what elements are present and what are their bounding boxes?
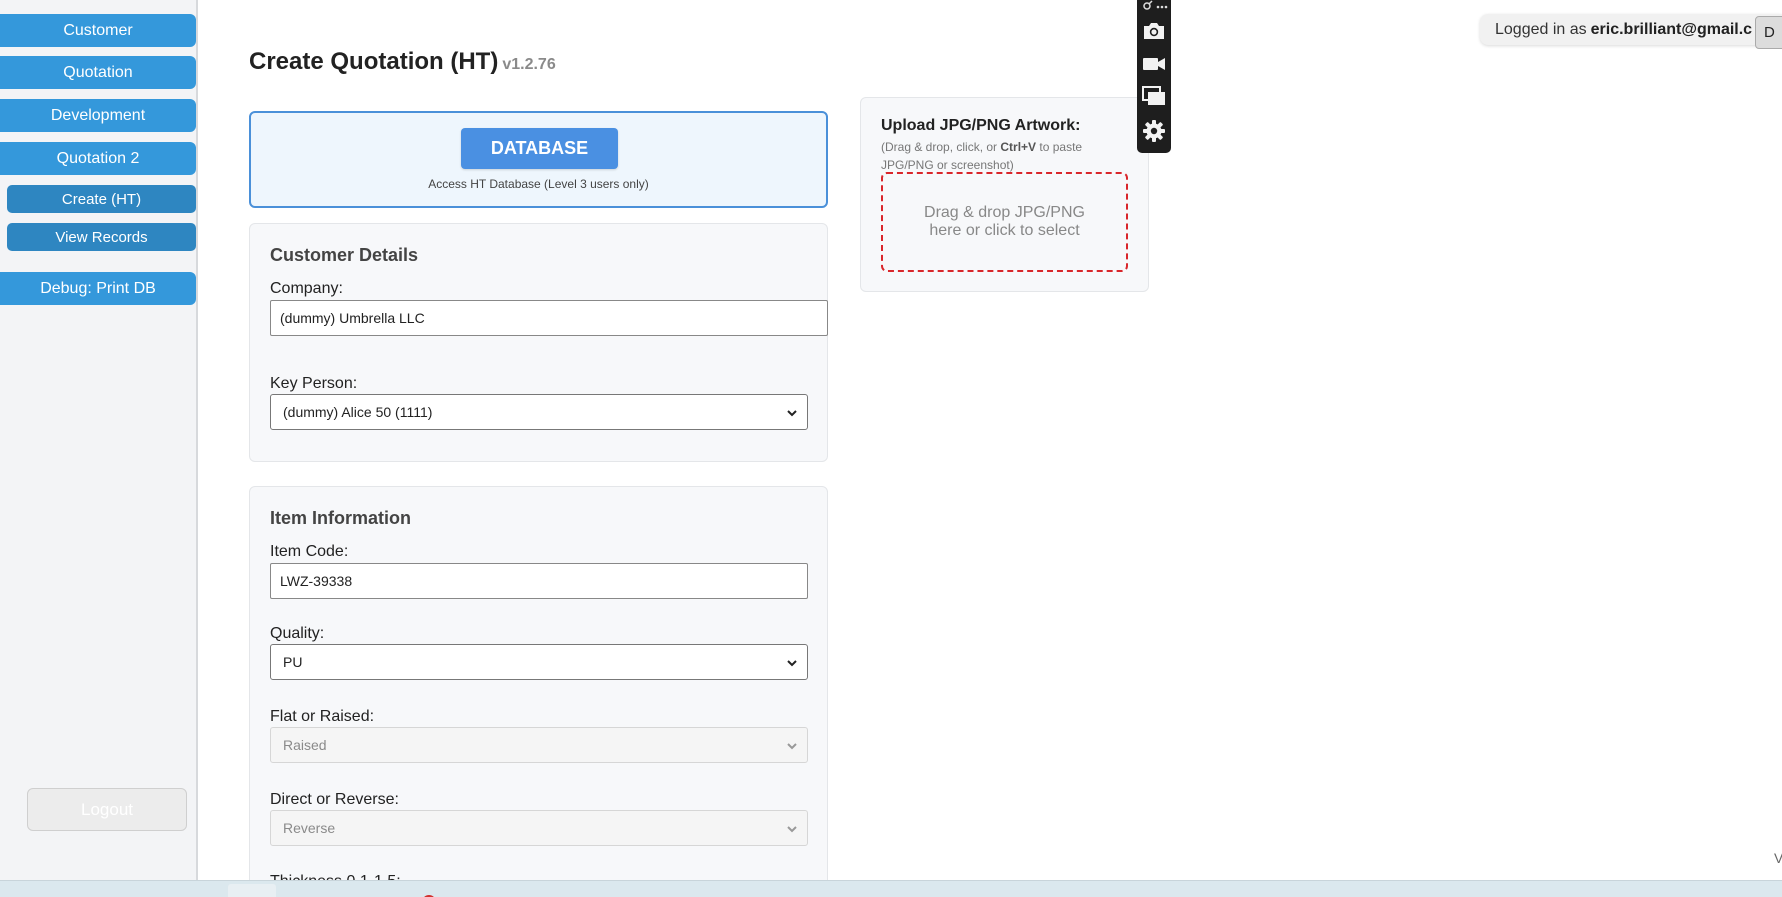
company-input[interactable]: (dummy) Umbrella LLC	[270, 300, 828, 336]
corner-button-label: D	[1764, 24, 1775, 41]
sidebar-item-label: Quotation	[63, 63, 133, 81]
sidebar-item-quotation-2[interactable]: Quotation 2	[0, 142, 196, 175]
key-person-select[interactable]: (dummy) Alice 50 (1111)	[270, 394, 808, 430]
version-label: v1.2.76	[502, 56, 556, 73]
quality-select[interactable]: PU	[270, 644, 808, 680]
direct-or-reverse-value: Reverse	[283, 820, 336, 836]
page-title: Create Quotation (HT) v1.2.76	[249, 48, 556, 76]
corner-button[interactable]: D	[1755, 16, 1782, 49]
login-email: eric.brilliant@gmail.c	[1590, 20, 1753, 38]
sidebar-item-quotation[interactable]: Quotation	[0, 56, 196, 89]
taskbar-item[interactable]	[228, 884, 276, 897]
flat-or-raised-value: Raised	[283, 737, 327, 753]
sidebar-item-label: Customer	[63, 21, 133, 39]
upload-panel: Upload JPG/PNG Artwork: (Drag & drop, cl…	[860, 97, 1149, 292]
flat-or-raised-label: Flat or Raised:	[270, 708, 375, 725]
database-button-label: DATABASE	[490, 138, 589, 158]
flat-or-raised-select: Raised	[270, 727, 808, 763]
customer-details-panel: Customer Details Company: (dummy) Umbrel…	[249, 223, 828, 462]
dropzone-text: Drag & drop JPG/PNG here or click to sel…	[924, 204, 1085, 239]
camera-icon[interactable]	[1142, 19, 1166, 43]
logout-label: Logout	[81, 799, 133, 819]
sidebar-subitem-view-records[interactable]: View Records	[7, 223, 196, 251]
sidebar-item-debug-print-db[interactable]: Debug: Print DB	[0, 272, 196, 305]
sidebar-item-customer[interactable]: Customer	[0, 14, 196, 47]
key-person-value: (dummy) Alice 50 (1111)	[283, 404, 433, 420]
login-prefix: Logged in as	[1495, 20, 1587, 38]
chevron-down-icon	[787, 826, 797, 833]
key-person-label: Key Person:	[270, 375, 358, 392]
item-code-value: LWZ-39338	[280, 573, 353, 589]
login-status: Logged in as eric.brilliant@gmail.c	[1480, 14, 1782, 45]
video-icon[interactable]	[1142, 52, 1166, 76]
corner-text-fragment: V	[1774, 850, 1782, 866]
chevron-down-icon	[787, 743, 797, 750]
upload-title: Upload JPG/PNG Artwork:	[881, 117, 1081, 134]
sidebar: Customer Quotation Development Quotation…	[0, 0, 198, 880]
logout-button[interactable]: Logout	[27, 788, 187, 831]
sidebar-item-label: View Records	[55, 228, 148, 246]
direct-or-reverse-select: Reverse	[270, 810, 808, 846]
database-panel: DATABASE Access HT Database (Level 3 use…	[249, 111, 828, 208]
customer-details-heading: Customer Details	[270, 245, 419, 265]
sidebar-item-label: Quotation 2	[56, 149, 140, 167]
link-icon[interactable]	[1141, 0, 1169, 12]
direct-or-reverse-label: Direct or Reverse:	[270, 791, 399, 808]
item-code-label: Item Code:	[270, 543, 349, 560]
database-note: Access HT Database (Level 3 users only)	[428, 177, 649, 191]
taskbar-strip	[0, 880, 1782, 897]
app-root: Customer Quotation Development Quotation…	[0, 0, 1782, 897]
company-value: (dummy) Umbrella LLC	[280, 310, 425, 326]
chevron-down-icon	[787, 660, 797, 667]
upload-hint: (Drag & drop, click, or Ctrl+V to paste …	[881, 138, 1121, 174]
quality-value: PU	[283, 654, 303, 670]
windows-icon[interactable]	[1142, 84, 1166, 108]
sidebar-item-development[interactable]: Development	[0, 99, 196, 132]
company-label: Company:	[270, 280, 343, 297]
artwork-dropzone[interactable]: Drag & drop JPG/PNG here or click to sel…	[881, 172, 1128, 272]
upload-hint-part: (Drag & drop, click, or	[881, 140, 1001, 154]
database-button[interactable]: DATABASE	[461, 128, 618, 169]
item-information-heading: Item Information	[270, 508, 412, 528]
upload-hint-key: Ctrl+V	[1000, 140, 1037, 154]
page-title-text: Create Quotation (HT)	[249, 48, 499, 75]
screen-capture-toolbar	[1137, 0, 1171, 153]
gear-icon[interactable]	[1142, 119, 1166, 143]
sidebar-item-label: Create (HT)	[61, 190, 142, 208]
quality-label: Quality:	[270, 625, 325, 642]
item-code-input[interactable]: LWZ-39338	[270, 563, 808, 599]
sidebar-item-label: Debug: Print DB	[40, 279, 156, 297]
chevron-down-icon	[787, 410, 797, 417]
sidebar-subitem-create-ht[interactable]: Create (HT)	[7, 185, 196, 213]
sidebar-item-label: Development	[50, 106, 146, 124]
item-information-panel: Item Information Item Code: LWZ-39338 Qu…	[249, 486, 828, 897]
